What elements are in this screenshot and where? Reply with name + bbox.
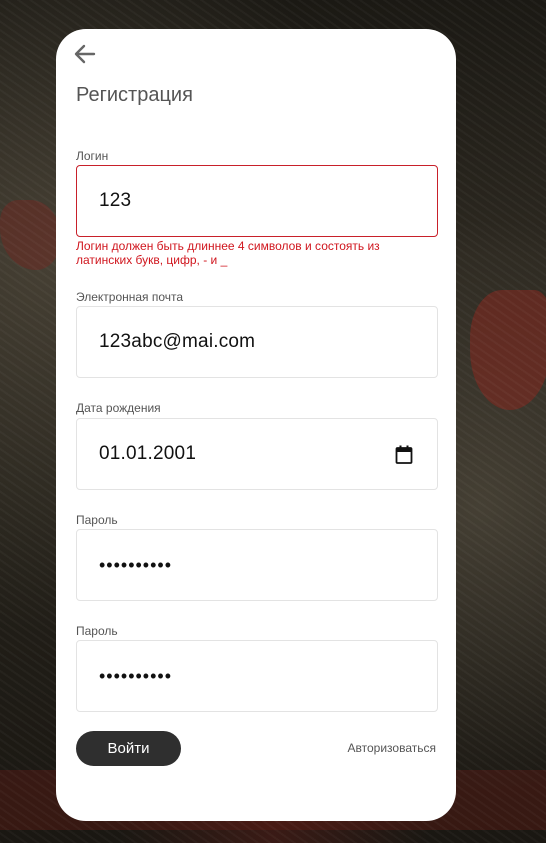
submit-button[interactable]: Войти — [76, 731, 181, 766]
email-field[interactable]: 123abc@mai.com — [76, 306, 438, 378]
back-arrow-icon[interactable] — [72, 41, 98, 67]
login-error-message: Логин должен быть длиннее 4 символов и с… — [76, 239, 380, 267]
password-label: Пароль — [76, 513, 118, 527]
login-field[interactable]: 123 — [76, 165, 438, 237]
birthdate-label: Дата рождения — [76, 401, 161, 415]
email-value: 123abc@mai.com — [99, 331, 256, 352]
page-title: Регистрация — [76, 84, 193, 106]
email-label: Электронная почта — [76, 290, 184, 304]
password-repeat-value: •••••••••• — [99, 665, 173, 686]
login-value: 123 — [99, 190, 132, 211]
login-label: Логин — [76, 149, 109, 163]
calendar-icon[interactable] — [395, 445, 413, 465]
login-link[interactable]: Авторизоваться — [348, 741, 436, 755]
password-value: •••••••••• — [99, 554, 173, 575]
birthdate-field[interactable]: 01.01.2001 — [76, 418, 438, 490]
password-field[interactable]: •••••••••• — [76, 529, 438, 601]
birthdate-value: 01.01.2001 — [99, 443, 197, 464]
password-repeat-field[interactable]: •••••••••• — [76, 640, 438, 712]
registration-card: Регистрация Логин 123 Логин должен быть … — [56, 29, 456, 821]
password-repeat-label: Пароль — [76, 624, 118, 638]
